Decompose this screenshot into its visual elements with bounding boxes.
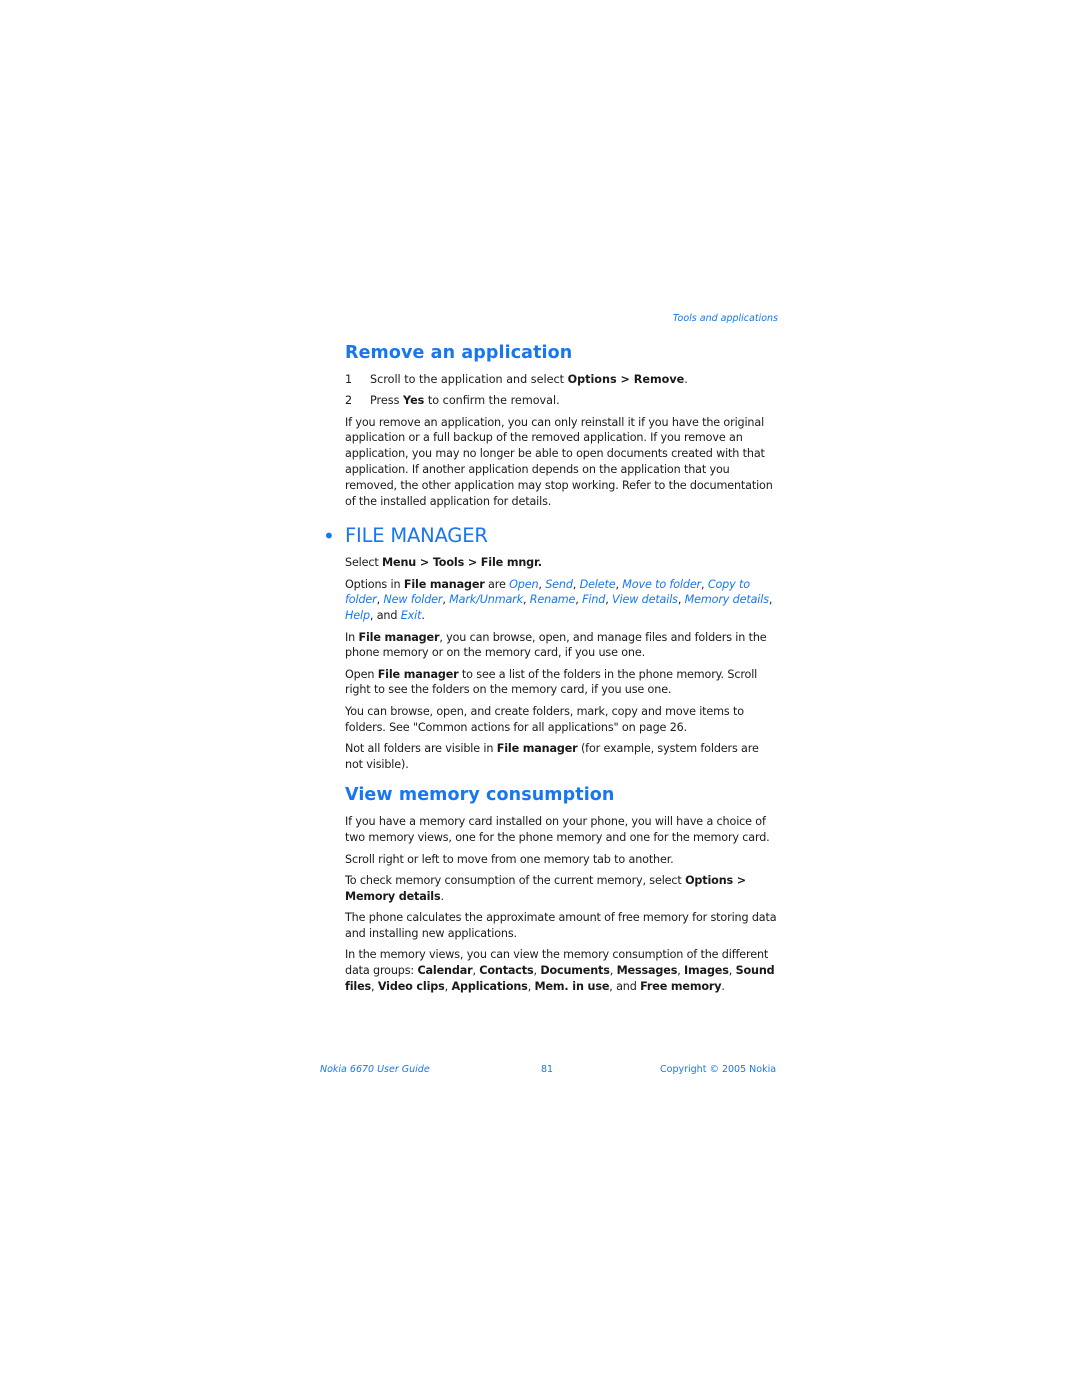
option-term: Mark/Unmark [449,593,523,607]
text: Options in [345,577,404,591]
separator: , [527,979,535,993]
view-memory-heading: View memory consumption [345,785,615,806]
option-term: Delete [579,577,616,591]
footer-copyright: Copyright © 2005 Nokia [660,1064,777,1075]
step-1: 1 Scroll to the application and select O… [345,372,777,388]
remove-application-heading: Remove an application [345,343,573,363]
text: . [684,373,688,386]
menu-term: Tools [432,556,465,570]
step-number: 1 [345,373,353,386]
app-name: File manager [358,630,440,644]
file-manager-paragraph-1: In File manager, you can browse, open, a… [345,630,777,662]
separator: , [677,593,685,607]
separator: , [701,577,708,591]
view-memory-paragraph-4: The phone calculates the approximate amo… [345,910,777,940]
text: Press [370,394,403,408]
app-name: File manager [496,741,578,755]
step-text: Scroll to the application and select Opt… [370,372,688,388]
section-header: Tools and applications [672,313,778,324]
view-memory-paragraph-3: To check memory consumption of the curre… [345,873,777,905]
text: To check memory consumption of the curre… [345,873,686,887]
view-memory-paragraph-2: Scroll right or left to move from one me… [345,852,674,866]
option-term: Open [509,577,539,591]
data-group: Calendar [417,963,473,977]
remove-application-note: If you remove an application, you can on… [345,415,773,508]
step-number: 2 [345,394,353,408]
separator: , [371,979,378,993]
text: . [721,979,725,993]
file-manager-paragraph-2: Open File manager to see a list of the f… [345,667,777,699]
text: . [440,889,445,903]
data-group: Messages [616,963,678,977]
step-2: 2 Press Yes to confirm the removal. [345,393,777,409]
separator: > [733,873,747,887]
text: Select [345,556,383,570]
option-term: Find [582,593,606,607]
file-manager-options: Options in File manager are Open, Send , … [345,577,777,624]
menu-term: File mngr. [480,556,542,570]
data-group: Images [684,963,729,977]
view-memory-paragraph-1: If you have a memory card installed on y… [345,815,770,845]
text: . [421,609,425,623]
separator: > [464,556,481,570]
text: Scroll to the application and select [370,373,568,386]
separator: > [416,556,433,570]
text: Open [345,667,378,681]
menu-term: Yes [403,394,425,408]
option-term: New folder [383,593,443,607]
file-manager-title: FILE MANAGER [345,524,488,548]
option-term: Exit [400,609,422,623]
text: to confirm the removal. [424,394,560,408]
page-number: 81 [541,1064,554,1075]
option-term: Memory details [684,593,769,607]
view-memory-paragraph-5: In the memory views, you can view the me… [345,947,777,994]
separator: , [522,593,530,607]
separator: > [616,373,634,386]
data-group: Free memory [640,979,722,993]
option-term: Move to folder [622,577,702,591]
file-manager-heading: • FILE MANAGER [323,523,777,549]
separator: , [677,963,685,977]
data-group: Mem. in use [534,979,610,993]
app-name: File manager [403,577,485,591]
text: , and [369,609,401,623]
data-group: Documents [540,963,610,977]
text: , and [609,979,641,993]
menu-term: Memory details [345,889,441,903]
page-content: Remove an application 1 Scroll to the ap… [323,340,777,1000]
separator: , [609,963,617,977]
option-term: View details [612,593,678,607]
text: are [484,577,510,591]
footer-guide-title: Nokia 6670 User Guide [320,1064,430,1075]
text: In [345,630,359,644]
step-text: Press Yes to confirm the removal. [370,393,560,409]
file-manager-paragraph-4: Not all folders are visible in File mana… [345,741,777,773]
menu-term: Remove [633,373,685,386]
menu-term: Options [685,873,734,887]
menu-term: Options [567,373,617,386]
separator: , [728,963,736,977]
option-term: Help [345,609,370,623]
data-group: Contacts [479,963,534,977]
option-term: Send [545,577,573,591]
text: Not all folders are visible in [345,741,497,755]
separator: , [572,577,580,591]
bullet-icon: • [323,524,335,549]
data-group: Applications [451,979,528,993]
separator: , [768,593,773,607]
file-manager-select-path: Select Menu > Tools > File mngr. [345,555,777,571]
data-group: Video clips [377,979,445,993]
separator: , [605,593,613,607]
app-name: File manager [377,667,459,681]
menu-term: Menu [382,556,417,570]
file-manager-paragraph-3: You can browse, open, and create folders… [345,704,744,734]
option-term: Rename [529,593,576,607]
